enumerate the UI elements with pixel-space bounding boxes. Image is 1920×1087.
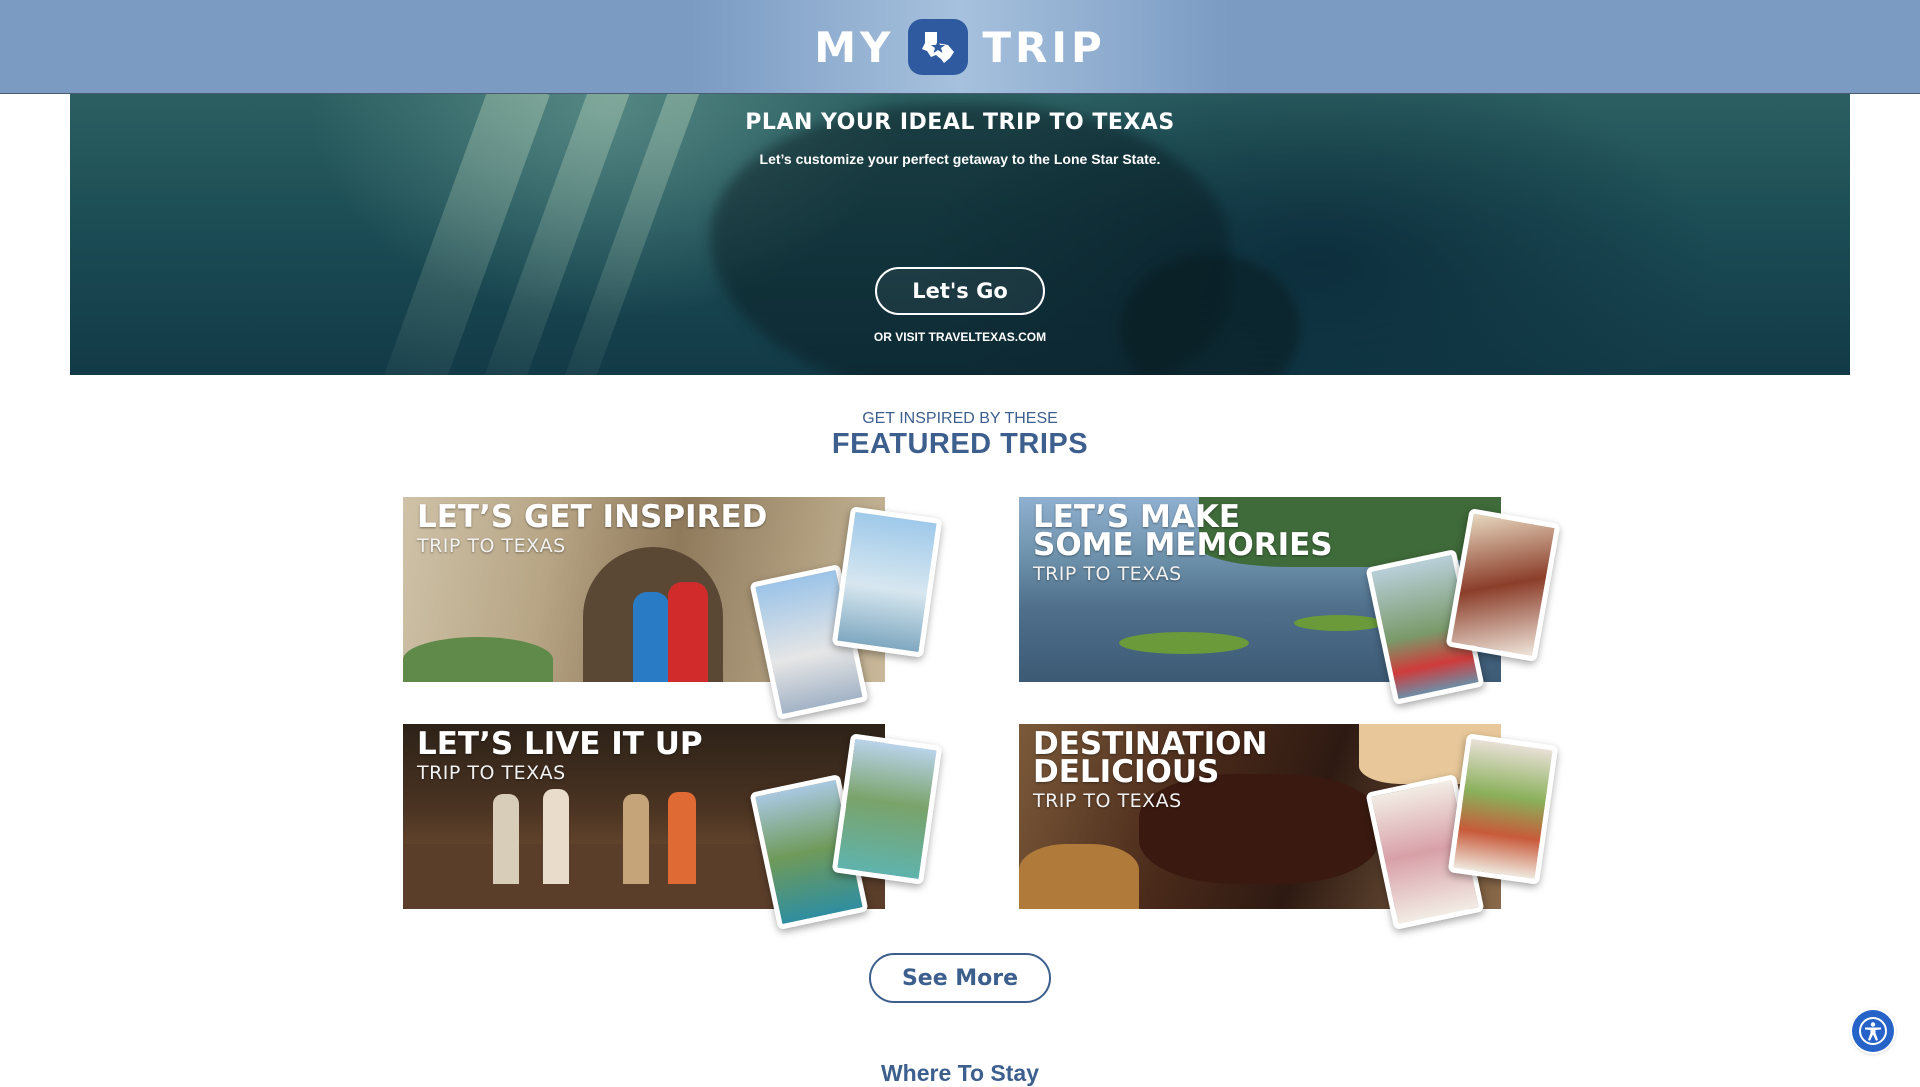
trip-photo xyxy=(1447,733,1559,885)
trip-card-make-memories[interactable]: LET’S MAKE SOME MEMORIES TRIP TO TEXAS xyxy=(1019,497,1579,717)
logo-word-my: MY xyxy=(814,22,895,72)
card-subtitle: TRIP TO TEXAS xyxy=(417,535,566,557)
hero-subtitle: Let’s customize your perfect getaway to … xyxy=(759,151,1161,167)
visit-traveltexas-link[interactable]: OR VISIT TRAVELTEXAS.COM xyxy=(0,330,1920,344)
see-more-button[interactable]: See More xyxy=(869,953,1051,1003)
card-title: LET’S LIVE IT UP xyxy=(417,726,703,762)
featured-kicker: GET INSPIRED BY THESE xyxy=(862,410,1058,427)
card-subtitle: TRIP TO TEXAS xyxy=(1033,790,1182,812)
card-subtitle: TRIP TO TEXAS xyxy=(417,762,566,784)
site-header: MY TRIP xyxy=(0,0,1920,94)
card-title: LET’S GET INSPIRED xyxy=(417,499,768,535)
shrub-shape xyxy=(403,637,553,682)
person-figure xyxy=(623,794,649,884)
my-trip-logo[interactable]: MY TRIP xyxy=(0,18,1920,76)
texas-star-icon xyxy=(908,19,969,75)
person-figure xyxy=(668,582,708,682)
accessibility-icon[interactable] xyxy=(1852,1010,1894,1052)
trip-card-get-inspired[interactable]: LET’S GET INSPIRED TRIP TO TEXAS xyxy=(403,497,963,721)
logo-word-trip: TRIP xyxy=(982,22,1106,72)
trip-card-live-it-up[interactable]: LET’S LIVE IT UP TRIP TO TEXAS xyxy=(403,724,963,944)
where-to-stay-heading: Where To Stay xyxy=(880,1060,1040,1086)
person-figure xyxy=(543,789,569,884)
hero-title: PLAN YOUR IDEAL TRIP TO TEXAS xyxy=(745,110,1175,135)
trip-photo xyxy=(831,733,943,885)
card-title: LET’S MAKE SOME MEMORIES xyxy=(1033,499,1333,563)
card-title: DESTINATION DELICIOUS xyxy=(1033,726,1268,790)
person-figure xyxy=(668,792,696,884)
card-subtitle: TRIP TO TEXAS xyxy=(1033,563,1182,585)
chicken-shape xyxy=(1019,844,1139,909)
kayak-shape xyxy=(1294,615,1384,631)
kayak-shape xyxy=(1119,632,1249,654)
trip-photo xyxy=(831,506,943,658)
lets-go-button[interactable]: Let's Go xyxy=(875,267,1045,315)
trip-card-destination-delicious[interactable]: DESTINATION DELICIOUS TRIP TO TEXAS xyxy=(1019,724,1579,944)
person-figure xyxy=(633,592,669,682)
person-figure xyxy=(493,794,519,884)
featured-title: FEATURED TRIPS xyxy=(831,428,1089,460)
